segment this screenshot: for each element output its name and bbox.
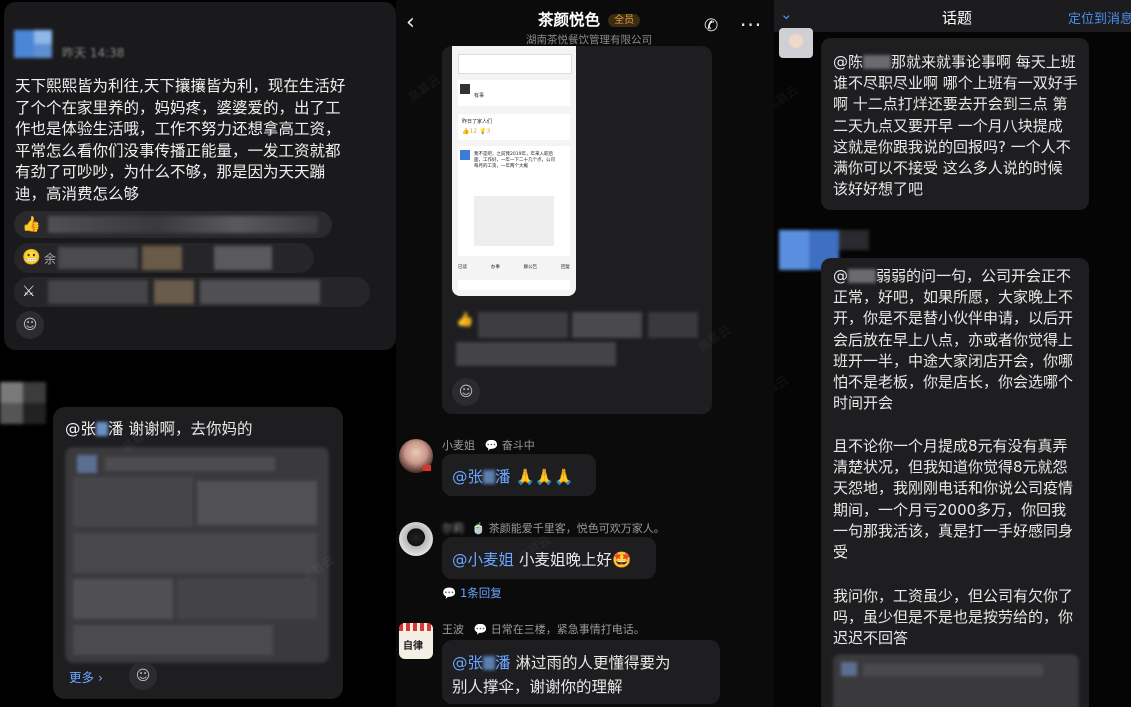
reaction-row[interactable]: 👍 [14,211,332,238]
reply-card: @张潘 谢谢啊，去你妈的 更多 › ☺ [53,407,343,699]
message-item: 小麦姐 💬 奋斗中 @张潘 🙏🙏🙏 [396,436,774,506]
reply-count: 1条回复 [459,586,502,600]
sender-name: 小麦姐 [442,439,475,452]
smile-plus-icon: ☺ [458,384,474,400]
watermark: 高慕云 [774,82,802,115]
mention[interactable]: @张 [65,420,96,438]
mention[interactable]: @张 [452,654,483,672]
add-reaction-button[interactable]: ☺ [129,662,157,690]
message-bubble[interactable]: @张潘 🙏🙏🙏 [442,454,596,496]
avatar[interactable]: 自律 [399,623,433,659]
avatar[interactable] [14,30,52,58]
chat-title: 茶颜悦色 全员 [538,8,641,30]
topic-header: ⌄ 话题 定位到消息 [774,0,1131,32]
message-text: 🙏🙏🙏 [510,468,574,486]
message-text: 我问你，工资虽少，但公司有欠你了吗，虽少但是不是也是按劳给的，你迟迟不回答 [833,587,1074,648]
more-options-button[interactable]: ··· [740,13,762,37]
shot-row: 我不是吧，之前我2019年，年来入职后面，工作好，一年一下二十几个点，公司每月的… [474,152,555,169]
message-text: 淋过雨的人更懂得要为 [510,654,671,672]
sender-status: 茶颜能爱千里客，悦色可欢万家人。 [488,522,665,535]
ellipsis-icon: ··· [740,13,763,37]
chevron-right-icon: › [98,670,103,685]
message-text: 弱弱的问一句，公司开会正不正常，好吧，如果所愿，大家晚上不开，你是不是替小伙伴申… [833,267,1074,413]
topic-message-bubble[interactable]: @ 弱弱的问一句，公司开会正不正常，好吧，如果所愿，大家晚上不开，你是不是替小伙伴… [821,258,1089,707]
chat-subtitle: 湖南茶悦餐饮管理有限公司 [526,34,652,46]
collapse-button[interactable]: ⌄ [780,5,793,23]
post-card: 昨天 14:38 天下熙熙皆为利往,天下攘攘皆为利，现在生活好了个个在家里养的，… [4,2,396,350]
mention[interactable]: @ [833,267,848,285]
reaction-row[interactable]: 👍 [452,308,702,370]
post-time: 昨天 14:38 [62,46,125,60]
chat-name: 茶颜悦色 [538,11,601,29]
smile-plus-icon: ☺ [135,668,151,684]
left-panel: 昨天 14:38 天下熙熙皆为利往,天下攘攘皆为利，现在生活好了个个在家里养的，… [0,0,396,707]
chevron-left-icon: ‹ [406,10,415,35]
message-text: 别人撑伞，谢谢你的理解 [452,678,623,696]
sender-status: 奋斗中 [501,439,535,452]
shot-row: 有事 [474,93,485,99]
message-bubble[interactable]: @张潘 淋过雨的人更懂得要为 别人撑伞，谢谢你的理解 [442,640,720,704]
shot-label: 群公告 [523,265,538,270]
right-panel: ⌄ 话题 定位到消息 @陈 那就来就事论事啊 每天上班谁不尽职尽业啊 哪个上班有一… [774,0,1131,707]
post-text: 天下熙熙皆为利往,天下攘攘皆为利，现在生活好了个个在家里养的，妈妈疼，婆婆爱的，… [15,77,346,203]
chat-bubble-icon: 💬 [442,586,457,600]
crossed-swords-icon: ⚔ [22,282,36,300]
chevron-down-icon: ⌄ [780,5,793,23]
topic-message-bubble[interactable]: @陈 那就来就事论事啊 每天上班谁不尽职尽业啊 哪个上班有一双好手啊 十二点打烊还… [821,38,1089,210]
mention-end: 潘 [495,654,511,672]
watermark: 高慕云 [774,372,792,405]
watermark: 高慕云 [405,72,444,105]
message-text: 那就来就事论事啊 每天上班谁不尽职尽业啊 哪个上班有一双好手啊 十二点打烊还要去… [833,53,1078,199]
reaction-name: 余 [44,252,57,266]
reaction-row[interactable]: 😬 余 [14,243,314,273]
shot-row: 昨日了家人们 [462,119,493,125]
middle-panel: ‹ 茶颜悦色 全员 湖南茶悦餐饮管理有限公司 ✆ ··· 有事 昨日了家人们 👍… [396,0,774,707]
chat-bubble-icon: 💬 [473,623,488,636]
quoted-card[interactable] [833,654,1079,707]
emoji-face-icon: 😬 [22,248,41,266]
sender-name: 尔莉 [442,522,464,535]
back-button[interactable]: ‹ [406,10,415,35]
reply-avatar[interactable] [0,382,46,424]
more-label: 更多 [69,670,95,685]
reply-text: @张潘 谢谢啊，去你妈的 [65,417,252,439]
shared-screenshot[interactable]: 有事 昨日了家人们 👍12 💡3 我不是吧，之前我2019年，年来入职后面，工作… [452,46,576,296]
thumbs-up-icon: 👍 [22,215,41,233]
reply-count-link[interactable]: 💬 1条回复 [442,585,502,601]
locate-message-link[interactable]: 定位到消息 [1068,8,1131,27]
message-text: 且不论你一个月提成8元有没有真弄清楚状况，但我知道你觉得8元就怨天怨地，我刚刚电… [833,437,1074,562]
add-reaction-button[interactable]: ☺ [452,378,480,406]
call-button[interactable]: ✆ [704,16,718,36]
message-item: 尔莉 🍵 茶颜能爱千里客，悦色可欢万家人。 @小麦姐 小麦姐晚上好🤩 💬 1条回… [396,519,774,609]
smile-plus-icon: ☺ [22,317,38,333]
shot-label: 办事 [490,265,500,270]
sender-name: 王波 [442,623,464,636]
image-message-card: 有事 昨日了家人们 👍12 💡3 我不是吧，之前我2019年，年来入职后面，工作… [442,46,712,414]
avatar-text: 自律 [403,641,423,652]
mention[interactable]: @小麦姐 [452,551,514,569]
mention-end: 潘 [495,468,511,486]
chat-bubble-icon: 💬 [484,439,499,452]
shot-label: 已读 [458,265,467,270]
shot-label: 回复 [560,265,570,270]
message-item: 自律 王波 💬 日常在三楼，紧急事情打电话。 @张潘 淋过雨的人更懂得要为 别人… [396,620,774,707]
reaction-row[interactable]: ⚔ [14,277,370,307]
cup-icon: 🍵 [471,522,486,535]
group-badge: 全员 [608,14,641,27]
avatar[interactable] [779,28,813,58]
avatar[interactable] [399,522,433,556]
add-reaction-button[interactable]: ☺ [16,311,44,339]
quoted-card[interactable] [65,447,329,663]
mention[interactable]: @张 [452,468,483,486]
sender-status: 日常在三楼，紧急事情打电话。 [490,623,645,636]
topic-title: 话题 [942,9,973,27]
phone-icon: ✆ [704,16,719,36]
mention[interactable]: @陈 [833,53,863,71]
more-button[interactable]: 更多 › [69,667,103,686]
thumbs-up-icon: 👍 [456,312,474,328]
header: ‹ 茶颜悦色 全员 湖南茶悦餐饮管理有限公司 ✆ ··· [396,0,774,46]
mention-end: 潘 [108,420,124,438]
